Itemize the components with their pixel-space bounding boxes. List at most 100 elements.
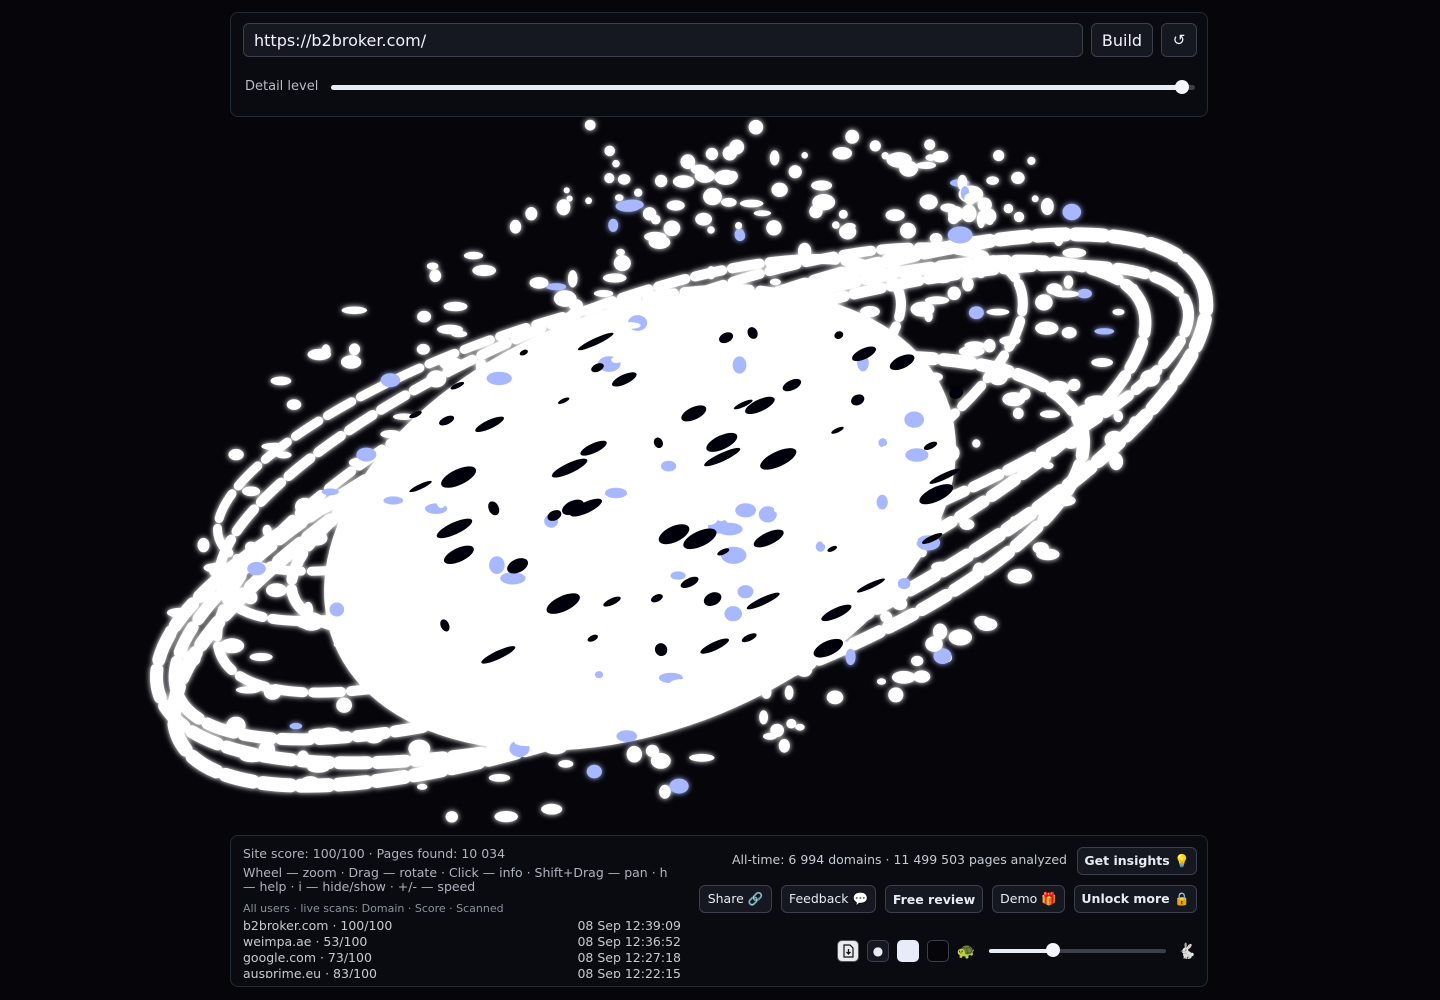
unlock-more-button[interactable]: Unlock more 🔒 (1074, 885, 1197, 913)
speed-slider[interactable] (989, 943, 1166, 957)
graph-node (647, 508, 656, 517)
graph-node (197, 537, 210, 553)
detail-level-thumb[interactable] (1175, 80, 1190, 94)
list-item[interactable]: ausprime.eu · 83/100 08 Sep 12:22:15 (243, 966, 681, 978)
graph-node (832, 147, 853, 160)
graph-node (948, 213, 960, 225)
detail-level-slider[interactable] (331, 80, 1195, 94)
graph-node (409, 621, 419, 629)
graph-node (773, 505, 795, 515)
graph-node (523, 425, 548, 433)
graph-node (452, 669, 472, 677)
graph-node (642, 333, 660, 343)
graph-node (778, 738, 790, 753)
graph-node (543, 741, 567, 755)
demo-button[interactable]: Demo 🎁 (992, 885, 1065, 913)
graph-node (904, 411, 925, 428)
dot-icon: ● (872, 944, 884, 958)
speed-thumb[interactable] (1045, 943, 1060, 957)
graph-node (620, 199, 644, 210)
graph-node (732, 356, 747, 374)
graph-node (470, 374, 487, 386)
list-item[interactable]: weimpa.ae · 53/100 08 Sep 12:36:52 (243, 934, 681, 950)
graph-node (226, 716, 246, 735)
graph-node (1009, 516, 1019, 528)
graph-node (659, 784, 671, 799)
graph-node (770, 723, 784, 738)
graph-node (295, 497, 315, 516)
live-scans-header: All users · live scans: Domain · Score ·… (243, 902, 504, 915)
graph-node (677, 439, 703, 456)
graph-node (183, 650, 201, 667)
graph-node (986, 176, 999, 185)
graph-node (794, 512, 809, 531)
graph-node (703, 187, 722, 206)
graph-node (1140, 369, 1160, 387)
graph-node (380, 430, 402, 439)
graph-node (516, 645, 531, 659)
dark-theme-swatch[interactable] (927, 940, 949, 962)
graph-node (904, 387, 931, 402)
graph-node (262, 524, 272, 537)
graph-node (947, 286, 961, 301)
graph-node (769, 150, 780, 166)
graph-node (611, 356, 622, 364)
graph-node (242, 486, 261, 497)
light-theme-swatch[interactable] (897, 940, 919, 962)
build-button[interactable]: Build (1091, 23, 1153, 57)
graph-node (228, 448, 244, 461)
list-item[interactable]: google.com · 73/100 08 Sep 12:27:18 (243, 950, 681, 966)
graph-node (983, 338, 996, 353)
graph-node (785, 574, 799, 589)
graph-node (301, 776, 320, 788)
graph-node (777, 365, 794, 382)
graph-node (801, 152, 808, 159)
graph-node (706, 266, 716, 280)
get-insights-button[interactable]: Get insights 💡 (1077, 847, 1197, 875)
graph-node (717, 513, 726, 522)
graph-node (617, 505, 633, 518)
graph-node (689, 370, 709, 383)
graph-node (876, 494, 888, 510)
graph-node (869, 140, 881, 152)
reset-button[interactable]: ↺ (1161, 23, 1197, 57)
free-review-button[interactable]: Free review (885, 885, 983, 913)
graph-node (558, 684, 567, 693)
graph-node (439, 357, 464, 371)
graph-node (307, 530, 328, 546)
graph-node (1094, 328, 1115, 335)
url-input[interactable] (243, 23, 1083, 57)
graph-node (684, 287, 709, 302)
graph-node (585, 197, 592, 205)
download-button[interactable] (837, 940, 859, 962)
graph-node (913, 372, 925, 385)
speed-fill (989, 949, 1053, 953)
graph-node (810, 288, 831, 303)
graph-node (919, 194, 938, 210)
graph-node (164, 625, 178, 637)
graph-node (341, 306, 368, 315)
graph-node (593, 290, 614, 297)
graph-node (514, 737, 539, 747)
graph-node (620, 540, 637, 548)
graph-node (1053, 228, 1064, 247)
graph-node (931, 260, 958, 274)
list-item[interactable]: b2broker.com · 100/100 08 Sep 12:39:09 (243, 918, 681, 934)
graph-node (807, 428, 821, 444)
graph-node (925, 636, 943, 652)
feedback-button[interactable]: Feedback 💬 (781, 885, 876, 913)
graph-node (825, 567, 835, 583)
graph-node (307, 763, 330, 773)
graph-node (529, 572, 541, 580)
graph-node (603, 732, 612, 742)
dot-mode-button[interactable]: ● (867, 940, 889, 962)
graph-node (876, 678, 887, 685)
graph-node (270, 376, 292, 386)
graph-node (820, 530, 842, 547)
graph-node (758, 506, 777, 523)
graph-node (408, 739, 431, 758)
graph-node (488, 774, 511, 782)
graph-node (566, 195, 573, 202)
graph-node (705, 147, 719, 161)
share-button[interactable]: Share 🔗 (699, 885, 772, 913)
